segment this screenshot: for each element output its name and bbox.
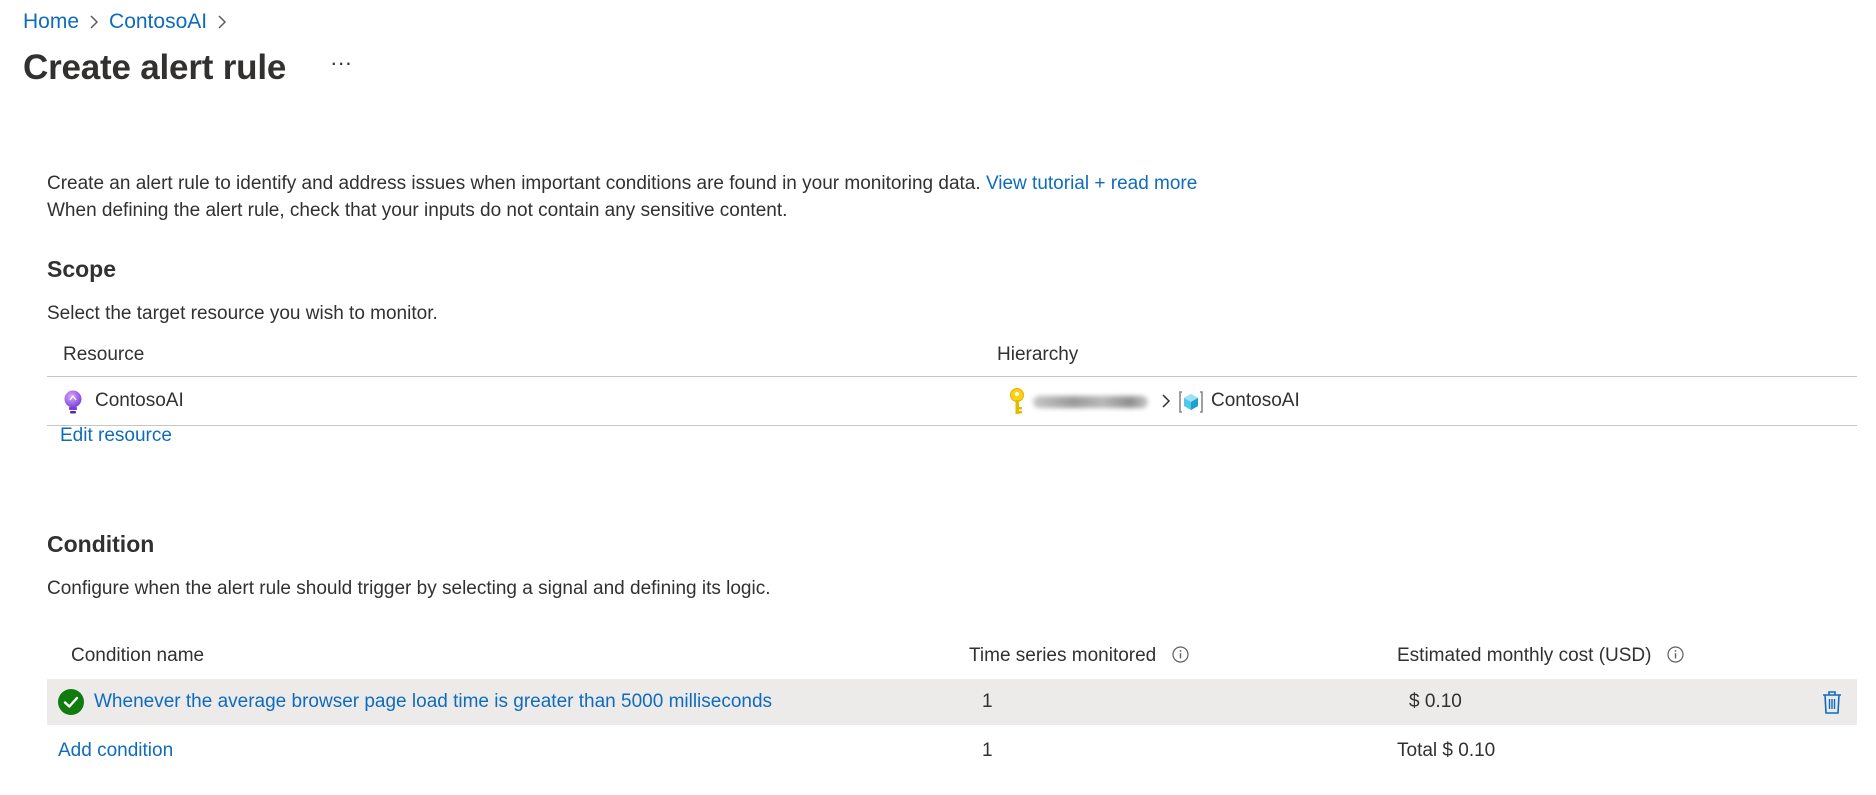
column-monthly-cost: Estimated monthly cost (USD) bbox=[1397, 645, 1684, 667]
intro-line2: When defining the alert rule, check that… bbox=[47, 200, 788, 221]
breadcrumb-contosoai[interactable]: ContosoAI bbox=[109, 10, 207, 34]
condition-cost: $ 0.10 bbox=[1409, 691, 1462, 712]
condition-description: Configure when the alert rule should tri… bbox=[47, 578, 771, 599]
column-time-series-label: Time series monitored bbox=[969, 645, 1157, 666]
scope-description: Select the target resource you wish to m… bbox=[47, 303, 438, 324]
chevron-right-icon bbox=[90, 15, 99, 29]
edit-resource-link[interactable]: Edit resource bbox=[60, 425, 172, 447]
column-resource: Resource bbox=[63, 344, 145, 365]
breadcrumb: Home ContosoAI bbox=[23, 10, 227, 34]
scope-table: Resource Hierarchy ContosoAI ContosoAI bbox=[47, 336, 1857, 426]
info-icon[interactable] bbox=[1171, 646, 1189, 663]
condition-name-link[interactable]: Whenever the average browser page load t… bbox=[94, 691, 772, 713]
subscription-key-icon bbox=[1010, 388, 1024, 414]
trash-icon[interactable] bbox=[1821, 690, 1843, 715]
add-condition-link[interactable]: Add condition bbox=[58, 740, 173, 762]
breadcrumb-home[interactable]: Home bbox=[23, 10, 79, 34]
condition-title: Condition bbox=[47, 531, 155, 557]
chevron-right-icon bbox=[218, 15, 227, 29]
column-hierarchy: Hierarchy bbox=[997, 344, 1079, 365]
condition-table-header: Condition name Time series monitored Est… bbox=[47, 635, 1857, 679]
view-tutorial-link[interactable]: View tutorial + read more bbox=[986, 173, 1197, 194]
intro-line1: Create an alert rule to identify and add… bbox=[47, 173, 981, 194]
subscription-name-redacted bbox=[1033, 396, 1148, 408]
chevron-right-icon bbox=[1162, 394, 1171, 408]
total-time-series: 1 bbox=[982, 740, 993, 761]
info-icon[interactable] bbox=[1667, 646, 1684, 663]
condition-totals-row: Add condition 1 Total $ 0.10 bbox=[47, 728, 1857, 774]
condition-time-series: 1 bbox=[982, 691, 993, 712]
resource-group-icon bbox=[1179, 391, 1203, 413]
scope-table-header: Resource Hierarchy bbox=[47, 336, 1857, 377]
hierarchy-resource-name: ContosoAI bbox=[1211, 390, 1300, 411]
column-condition-name: Condition name bbox=[71, 645, 205, 666]
title-row: Create alert rule ··· bbox=[23, 48, 358, 88]
more-options-button[interactable]: ··· bbox=[324, 52, 358, 84]
column-time-series: Time series monitored bbox=[969, 645, 1189, 667]
resource-name: ContosoAI bbox=[95, 390, 184, 411]
column-monthly-cost-label: Estimated monthly cost (USD) bbox=[1397, 645, 1652, 666]
intro-text: Create an alert rule to identify and add… bbox=[47, 170, 1197, 224]
total-cost: Total $ 0.10 bbox=[1397, 740, 1496, 761]
table-row[interactable]: Whenever the average browser page load t… bbox=[47, 679, 1857, 725]
success-check-icon bbox=[58, 689, 84, 715]
scope-title: Scope bbox=[47, 256, 117, 282]
page-title: Create alert rule bbox=[23, 48, 287, 87]
table-row: ContosoAI ContosoAI bbox=[47, 377, 1857, 426]
app-insights-icon bbox=[64, 390, 82, 414]
